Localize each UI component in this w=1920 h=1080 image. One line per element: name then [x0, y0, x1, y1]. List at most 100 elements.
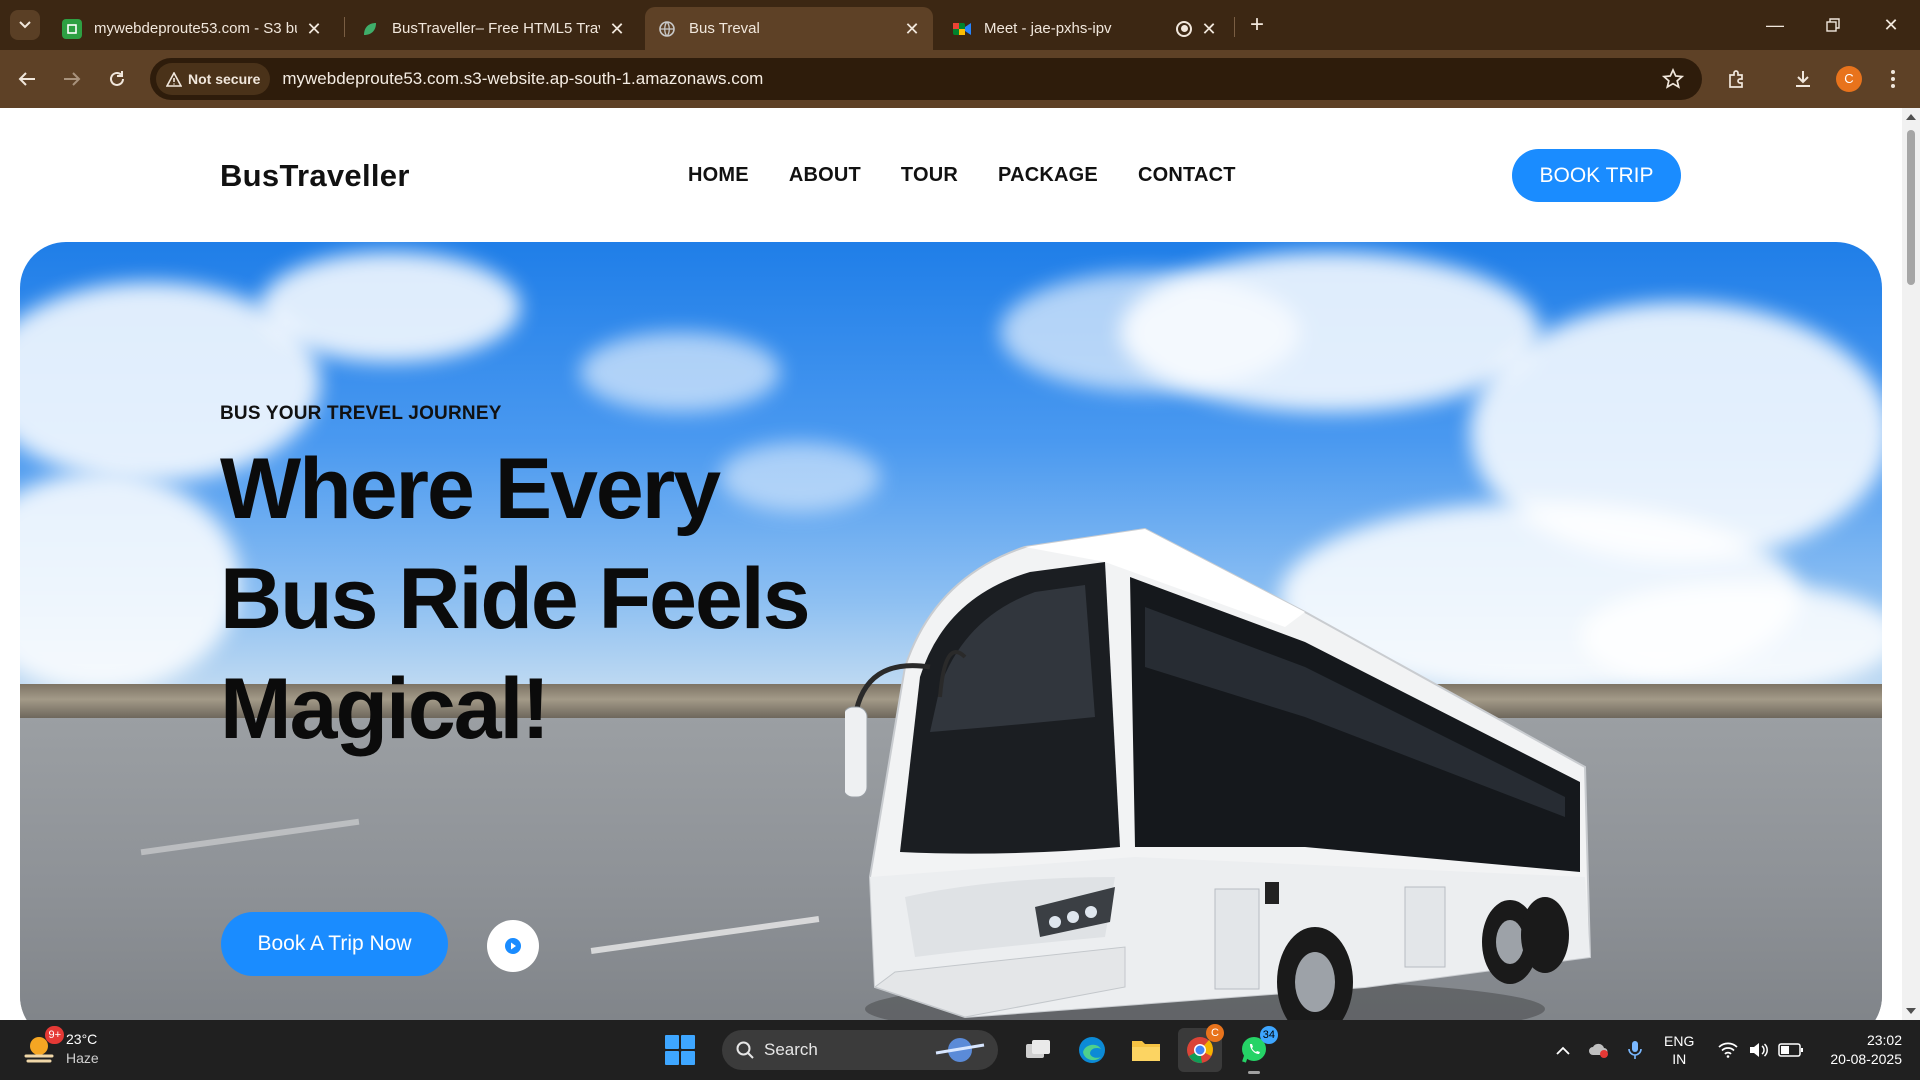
nav-package[interactable]: PACKAGE — [998, 164, 1098, 187]
windows-logo-icon — [665, 1051, 679, 1065]
site-info-chip[interactable]: Not secure — [156, 63, 271, 95]
tab-search-button[interactable] — [10, 10, 40, 40]
cloud-shape — [1120, 252, 1540, 412]
language-code: ENG — [1664, 1033, 1695, 1049]
whatsapp-unread-badge: 34 — [1259, 1026, 1278, 1044]
book-trip-button[interactable]: BOOK TRIP — [1512, 149, 1681, 202]
tab-s3-bucket[interactable]: mywebdeproute53.com - S3 bu ✕ — [50, 7, 335, 50]
scroll-down-arrow-icon[interactable] — [1906, 1008, 1916, 1014]
play-video-button[interactable] — [487, 920, 539, 972]
hero-eyebrow: BUS YOUR TREVEL JOURNEY — [220, 403, 502, 424]
onedrive-status[interactable] — [1588, 1042, 1610, 1058]
tab-bus-treval[interactable]: Bus Treval ✕ — [645, 7, 933, 50]
url-text[interactable]: mywebdeproute53.com.s3-website.ap-south-… — [282, 69, 763, 89]
weather-temperature: 23°C — [66, 1031, 98, 1047]
bookmark-star-icon[interactable] — [1662, 68, 1684, 90]
start-button[interactable] — [660, 1030, 700, 1070]
show-hidden-icons-button[interactable] — [1556, 1046, 1570, 1055]
forward-button[interactable] — [57, 64, 87, 94]
tab-title: BusTraveller– Free HTML5 Trave — [392, 20, 600, 37]
chevron-up-icon — [1556, 1046, 1570, 1055]
close-tab-icon[interactable]: ✕ — [1200, 20, 1218, 38]
search-label: Search — [764, 1040, 818, 1059]
system-tray: ENG IN 23:02 20-08-2025 — [1538, 1020, 1902, 1080]
google-meet-favicon-icon — [952, 19, 972, 39]
speaker-icon — [1750, 1043, 1769, 1057]
input-language[interactable]: ENG IN — [1664, 1032, 1694, 1068]
page-viewport: BusTraveller HOME ABOUT TOUR PACKAGE CON… — [0, 108, 1902, 1020]
book-a-trip-now-button[interactable]: Book A Trip Now — [221, 912, 448, 976]
windows-logo-icon — [681, 1035, 695, 1049]
volume-status[interactable] — [1748, 1042, 1769, 1058]
arrow-left-icon — [18, 72, 35, 86]
downloads-button[interactable] — [1788, 64, 1818, 94]
scroll-thumb[interactable] — [1907, 130, 1915, 285]
browser-tabstrip: mywebdeproute53.com - S3 bu ✕ BusTravell… — [0, 0, 1920, 50]
close-tab-icon[interactable]: ✕ — [608, 20, 626, 38]
nav-home[interactable]: HOME — [688, 164, 749, 187]
search-icon — [736, 1041, 754, 1059]
minimize-button[interactable]: — — [1752, 10, 1798, 40]
network-status[interactable] — [1718, 1042, 1738, 1058]
cloud-error-icon — [1589, 1043, 1609, 1058]
windows-logo-icon — [681, 1051, 695, 1065]
scroll-up-arrow-icon[interactable] — [1906, 114, 1916, 120]
leaf-favicon-icon — [360, 19, 380, 39]
file-explorer-app[interactable] — [1124, 1028, 1168, 1072]
task-view-button[interactable] — [1016, 1028, 1060, 1072]
clock-time: 23:02 — [1866, 1032, 1902, 1048]
windows-logo-icon — [665, 1035, 679, 1049]
weather-widget[interactable]: 9+ 23°C Haze — [22, 1026, 99, 1068]
coach-bus-image — [845, 527, 1592, 1020]
s3-bucket-favicon-icon — [62, 18, 82, 39]
back-button[interactable] — [12, 64, 42, 94]
close-icon: ✕ — [1883, 15, 1899, 35]
tab-google-meet[interactable]: Meet - jae-pxhs-ipv ✕ — [940, 7, 1230, 50]
nav-tour[interactable]: TOUR — [901, 164, 958, 187]
browser-menu-button[interactable] — [1878, 64, 1908, 94]
cloud-shape — [580, 332, 780, 412]
battery-status[interactable] — [1778, 1043, 1804, 1057]
restore-button[interactable] — [1810, 10, 1856, 40]
kebab-menu-icon — [1891, 70, 1895, 88]
edge-app[interactable] — [1070, 1028, 1114, 1072]
folder-icon — [1132, 1041, 1160, 1061]
microphone-icon — [1628, 1041, 1642, 1059]
hero-title: Where Every Bus Ride Feels Magical! — [220, 441, 811, 757]
whatsapp-app[interactable]: 34 — [1232, 1026, 1278, 1074]
chevron-down-icon — [19, 21, 31, 29]
recording-indicator-icon — [1176, 20, 1192, 37]
battery-icon — [1778, 1043, 1804, 1057]
cloud-shape — [20, 472, 240, 692]
weather-icon-wrap: 9+ — [22, 1026, 64, 1066]
nav-contact[interactable]: CONTACT — [1138, 164, 1236, 187]
tab-bustraveller-template[interactable]: BusTraveller– Free HTML5 Trave ✕ — [348, 7, 638, 50]
close-tab-icon[interactable]: ✕ — [903, 20, 921, 38]
close-tab-icon[interactable]: ✕ — [305, 20, 323, 38]
site-logo[interactable]: BusTraveller — [220, 158, 410, 194]
task-view-icon — [1026, 1040, 1050, 1058]
microphone-status[interactable] — [1628, 1040, 1642, 1060]
taskbar-search[interactable]: Search — [722, 1030, 998, 1070]
hero-banner: BUS YOUR TREVEL JOURNEY Where Every Bus … — [20, 242, 1882, 1020]
profile-avatar[interactable]: C — [1836, 66, 1862, 92]
chrome-app[interactable]: C — [1178, 1024, 1224, 1072]
page-scrollbar[interactable] — [1902, 108, 1920, 1020]
close-window-button[interactable]: ✕ — [1868, 10, 1914, 40]
address-bar[interactable]: Not secure mywebdeproute53.com.s3-websit… — [150, 58, 1702, 100]
new-tab-button[interactable]: + — [1243, 12, 1271, 40]
plus-icon: + — [1249, 11, 1264, 38]
system-clock[interactable]: 23:02 20-08-2025 — [1830, 1031, 1902, 1069]
main-nav: HOME ABOUT TOUR PACKAGE CONTACT — [688, 164, 1276, 187]
warning-icon — [166, 71, 182, 87]
nav-about[interactable]: ABOUT — [789, 164, 861, 187]
extensions-button[interactable] — [1722, 64, 1752, 94]
play-icon — [505, 938, 521, 954]
security-label: Not secure — [188, 71, 261, 87]
reload-button[interactable] — [102, 64, 132, 94]
download-icon — [1796, 71, 1810, 87]
minimize-icon: — — [1766, 15, 1784, 35]
cloud-shape — [260, 252, 520, 362]
reload-icon — [110, 71, 124, 86]
search-highlight-globe-icon — [935, 1038, 985, 1062]
